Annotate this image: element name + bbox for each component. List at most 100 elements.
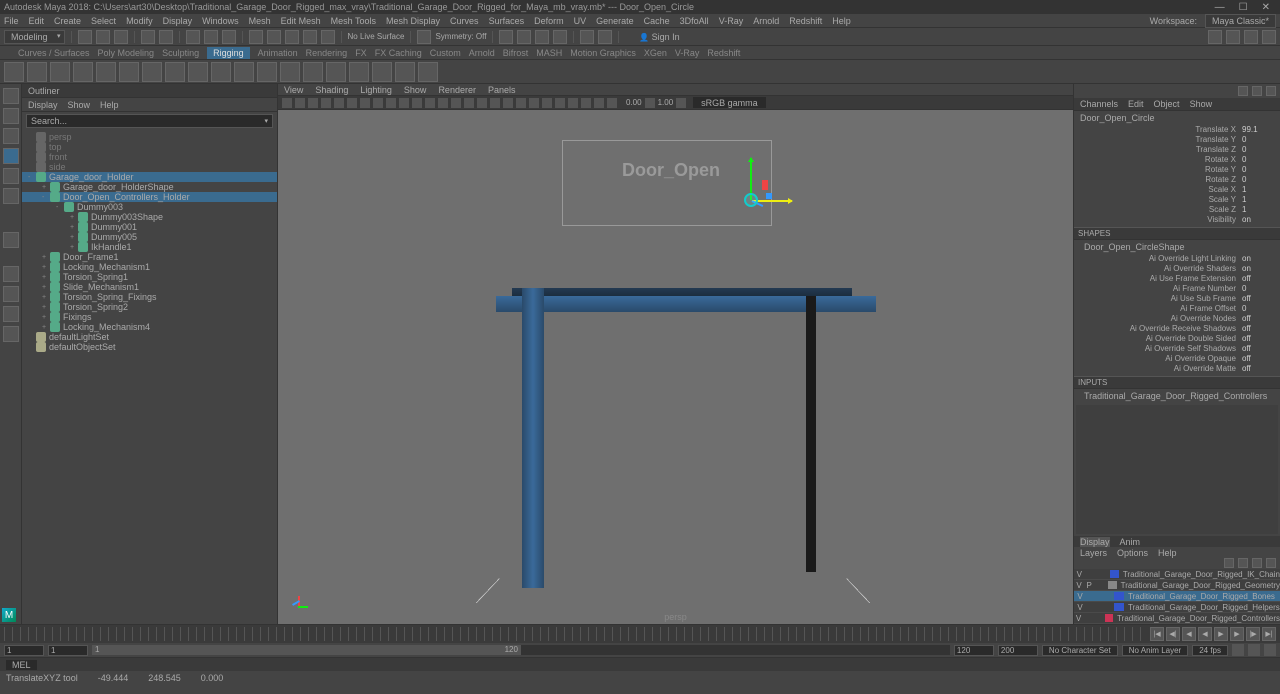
- channel-tab-show[interactable]: Show: [1190, 99, 1213, 109]
- channel-tab-edit[interactable]: Edit: [1128, 99, 1144, 109]
- vp-icon[interactable]: [295, 98, 305, 108]
- outliner-item[interactable]: +Door_Frame1: [22, 252, 277, 262]
- attr-row[interactable]: Ai Override Shaderson: [1078, 264, 1276, 274]
- prefs-icon[interactable]: [1264, 644, 1276, 656]
- vp-icon[interactable]: [594, 98, 604, 108]
- outliner-item[interactable]: defaultObjectSet: [22, 342, 277, 352]
- shelf-tab-poly-modeling[interactable]: Poly Modeling: [98, 48, 155, 58]
- outliner-search[interactable]: Search...: [26, 114, 273, 128]
- attr-row[interactable]: Translate X99.1: [1078, 125, 1276, 135]
- snap-curve-icon[interactable]: [267, 30, 281, 44]
- menu-select[interactable]: Select: [91, 16, 116, 26]
- select-tool-icon[interactable]: [3, 88, 19, 104]
- shelf-tab-sculpting[interactable]: Sculpting: [162, 48, 199, 58]
- xz-plane-handle[interactable]: [766, 193, 772, 199]
- outliner-menu-show[interactable]: Show: [68, 100, 91, 110]
- range-start-field[interactable]: [4, 645, 44, 656]
- attr-row[interactable]: Scale Y1: [1078, 195, 1276, 205]
- shelf-icon[interactable]: [372, 62, 392, 82]
- attr-row[interactable]: Ai Override Opaqueoff: [1078, 354, 1276, 364]
- shelf-icon[interactable]: [349, 62, 369, 82]
- attr-row[interactable]: Ai Override Matteoff: [1078, 364, 1276, 374]
- outliner-toggle-icon[interactable]: [3, 326, 19, 342]
- step-back-button[interactable]: ◀: [1182, 627, 1196, 641]
- vp-icon[interactable]: [503, 98, 513, 108]
- outliner-item[interactable]: +Torsion_Spring_Fixings: [22, 292, 277, 302]
- shelf-icon[interactable]: [4, 62, 24, 82]
- save-scene-icon[interactable]: [114, 30, 128, 44]
- vp-icon[interactable]: [386, 98, 396, 108]
- cb-icon[interactable]: [1252, 86, 1262, 96]
- menu-help[interactable]: Help: [832, 16, 851, 26]
- range-track[interactable]: 1120: [92, 645, 950, 655]
- outliner-item[interactable]: +Torsion_Spring1: [22, 272, 277, 282]
- vp-icon[interactable]: [308, 98, 318, 108]
- vp-icon[interactable]: [360, 98, 370, 108]
- paint-select-icon[interactable]: [222, 30, 236, 44]
- menu-curves[interactable]: Curves: [450, 16, 479, 26]
- shelf-icon[interactable]: [211, 62, 231, 82]
- menu-file[interactable]: File: [4, 16, 19, 26]
- layer-tab-anim[interactable]: Anim: [1120, 537, 1141, 547]
- range-end-field[interactable]: [998, 645, 1038, 656]
- step-forward-key-button[interactable]: |▶: [1246, 627, 1260, 641]
- playblast-icon[interactable]: [580, 30, 594, 44]
- attr-row[interactable]: Ai Override Light Linkingon: [1078, 254, 1276, 264]
- viewport-canvas[interactable]: Door_Open persp: [278, 110, 1073, 624]
- vp-icon[interactable]: [412, 98, 422, 108]
- layer-move-down-icon[interactable]: [1238, 558, 1248, 568]
- menu-mesh-display[interactable]: Mesh Display: [386, 16, 440, 26]
- vp-menu-renderer[interactable]: Renderer: [438, 85, 476, 95]
- channel-tab-object[interactable]: Object: [1154, 99, 1180, 109]
- color-management-combo[interactable]: sRGB gamma: [693, 97, 766, 108]
- vp-menu-view[interactable]: View: [284, 85, 303, 95]
- attr-row[interactable]: Scale Z1: [1078, 205, 1276, 215]
- outliner-item[interactable]: +Locking_Mechanism4: [22, 322, 277, 332]
- character-set-combo[interactable]: No Character Set: [1042, 645, 1118, 656]
- time-slider[interactable]: |◀ ◀| ◀ ◀ ▶ ▶ |▶ ▶|: [0, 625, 1280, 643]
- vp-icon[interactable]: [334, 98, 344, 108]
- move-tool-icon[interactable]: [3, 148, 19, 164]
- attr-row[interactable]: Scale X1: [1078, 185, 1276, 195]
- shelf-tab-mash[interactable]: MASH: [536, 48, 562, 58]
- playback-end-field[interactable]: [954, 645, 994, 656]
- outliner-item[interactable]: -Garage_door_Holder: [22, 172, 277, 182]
- layer-move-up-icon[interactable]: [1224, 558, 1234, 568]
- single-pane-icon[interactable]: [3, 266, 19, 282]
- snap-grid-icon[interactable]: [249, 30, 263, 44]
- hypershade-icon[interactable]: [553, 30, 567, 44]
- channel-box-icon[interactable]: [1262, 30, 1276, 44]
- cb-icon[interactable]: [1238, 86, 1248, 96]
- attr-row[interactable]: Ai Use Frame Extensionoff: [1078, 274, 1276, 284]
- anim-layer-combo[interactable]: No Anim Layer: [1122, 645, 1188, 656]
- attr-row[interactable]: Ai Frame Number0: [1078, 284, 1276, 294]
- menu-set-combo[interactable]: Modeling: [4, 30, 65, 44]
- outliner-item[interactable]: +Fixings: [22, 312, 277, 322]
- modeling-toolkit-icon[interactable]: [1208, 30, 1222, 44]
- attr-row[interactable]: Rotate Y0: [1078, 165, 1276, 175]
- new-scene-icon[interactable]: [78, 30, 92, 44]
- lasso-tool-icon[interactable]: [3, 108, 19, 124]
- shelf-tab-arnold[interactable]: Arnold: [469, 48, 495, 58]
- lasso-icon[interactable]: [204, 30, 218, 44]
- redo-icon[interactable]: [159, 30, 173, 44]
- vp-icon[interactable]: [645, 98, 655, 108]
- attr-row[interactable]: Ai Use Sub Frameoff: [1078, 294, 1276, 304]
- vp-frame-field[interactable]: 1.00: [658, 98, 674, 107]
- timeline-ticks[interactable]: [4, 627, 1142, 641]
- close-button[interactable]: ✕: [1262, 2, 1270, 13]
- vp-time-field[interactable]: 0.00: [626, 98, 642, 107]
- outliner-item[interactable]: side: [22, 162, 277, 172]
- vp-menu-lighting[interactable]: Lighting: [360, 85, 392, 95]
- outliner-item[interactable]: persp: [22, 132, 277, 142]
- two-pane-icon[interactable]: [3, 306, 19, 322]
- move-gizmo[interactable]: [732, 158, 782, 218]
- rotate-tool-icon[interactable]: [3, 168, 19, 184]
- shelf-icon[interactable]: [188, 62, 208, 82]
- render-icon[interactable]: [499, 30, 513, 44]
- outliner-item[interactable]: defaultLightSet: [22, 332, 277, 342]
- shelf-tab-fx[interactable]: FX: [355, 48, 367, 58]
- shelf-tab-motion-graphics[interactable]: Motion Graphics: [570, 48, 636, 58]
- shelf-icon[interactable]: [96, 62, 116, 82]
- mel-label[interactable]: MEL: [6, 660, 37, 670]
